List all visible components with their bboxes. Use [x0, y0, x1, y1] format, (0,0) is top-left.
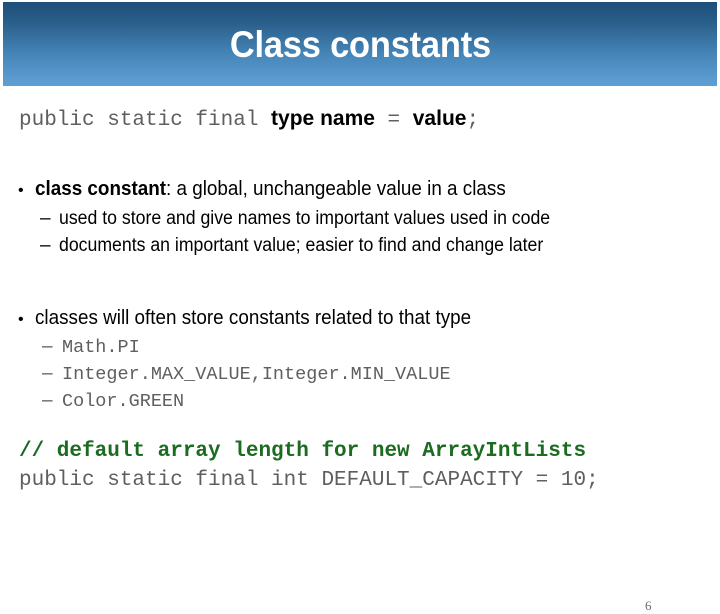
page-number: 6: [645, 598, 652, 613]
code-example-block: // default array length for new ArrayInt…: [19, 437, 599, 495]
bullet-rest: classes will often store constants relat…: [35, 306, 472, 329]
bullet-marker-icon: •: [18, 311, 24, 328]
subbullet-code-text: Integer.MAX_VALUE,Integer.MIN_VALUE: [62, 364, 451, 385]
dash-marker-icon: –: [40, 235, 51, 256]
bullet-text: class constant: a global, unchangeable v…: [35, 175, 506, 203]
bullet-rest: : a global, unchangeable value in a clas…: [166, 177, 506, 200]
bullet-group-class-constant: • class constant: a global, unchangeable…: [18, 175, 708, 259]
subbullet-item: – used to store and give names to import…: [40, 205, 708, 232]
bullet-item: • class constant: a global, unchangeable…: [18, 175, 708, 205]
subbullet-code-text: Color.GREEN: [62, 391, 185, 412]
syntax-value-placeholder: value: [412, 107, 467, 130]
subbullet-item: – Math.PI: [42, 334, 708, 361]
slide-body: public static final type name = value; •…: [0, 86, 720, 613]
subbullet-text: documents an important value; easier to …: [59, 235, 544, 256]
syntax-modifiers: public static final: [19, 109, 272, 132]
syntax-name-placeholder: name: [320, 107, 375, 130]
subbullet-item: – Color.GREEN: [42, 388, 708, 415]
title-banner: Class constants: [3, 2, 717, 86]
subbullet-code-text: Math.PI: [62, 337, 140, 358]
code-declaration-line: public static final int DEFAULT_CAPACITY…: [19, 469, 599, 492]
page-title: Class constants: [229, 23, 491, 65]
bullet-bold-lead: class constant: [35, 177, 167, 200]
bullet-marker-icon: •: [18, 182, 24, 199]
slide: Class constants public static final type…: [0, 0, 720, 613]
code-comment-line: // default array length for new ArrayInt…: [19, 440, 587, 463]
bullet-item: • classes will often store constants rel…: [18, 304, 708, 334]
bullet-group-class-examples: • classes will often store constants rel…: [18, 304, 708, 415]
subbullet-text: used to store and give names to importan…: [59, 208, 551, 229]
bullet-text: classes will often store constants relat…: [35, 304, 471, 332]
constant-syntax-line: public static final type name = value;: [19, 106, 479, 133]
subbullet-item: – documents an important value; easier t…: [40, 232, 708, 259]
dash-marker-icon: –: [42, 363, 53, 384]
dash-marker-icon: –: [42, 390, 53, 411]
dash-marker-icon: –: [42, 336, 53, 357]
subbullet-item: – Integer.MAX_VALUE,Integer.MIN_VALUE: [42, 361, 708, 388]
syntax-semicolon: ;: [466, 109, 480, 132]
syntax-equals: =: [374, 109, 413, 132]
dash-marker-icon: –: [40, 208, 51, 229]
syntax-type-placeholder: type: [271, 107, 315, 130]
